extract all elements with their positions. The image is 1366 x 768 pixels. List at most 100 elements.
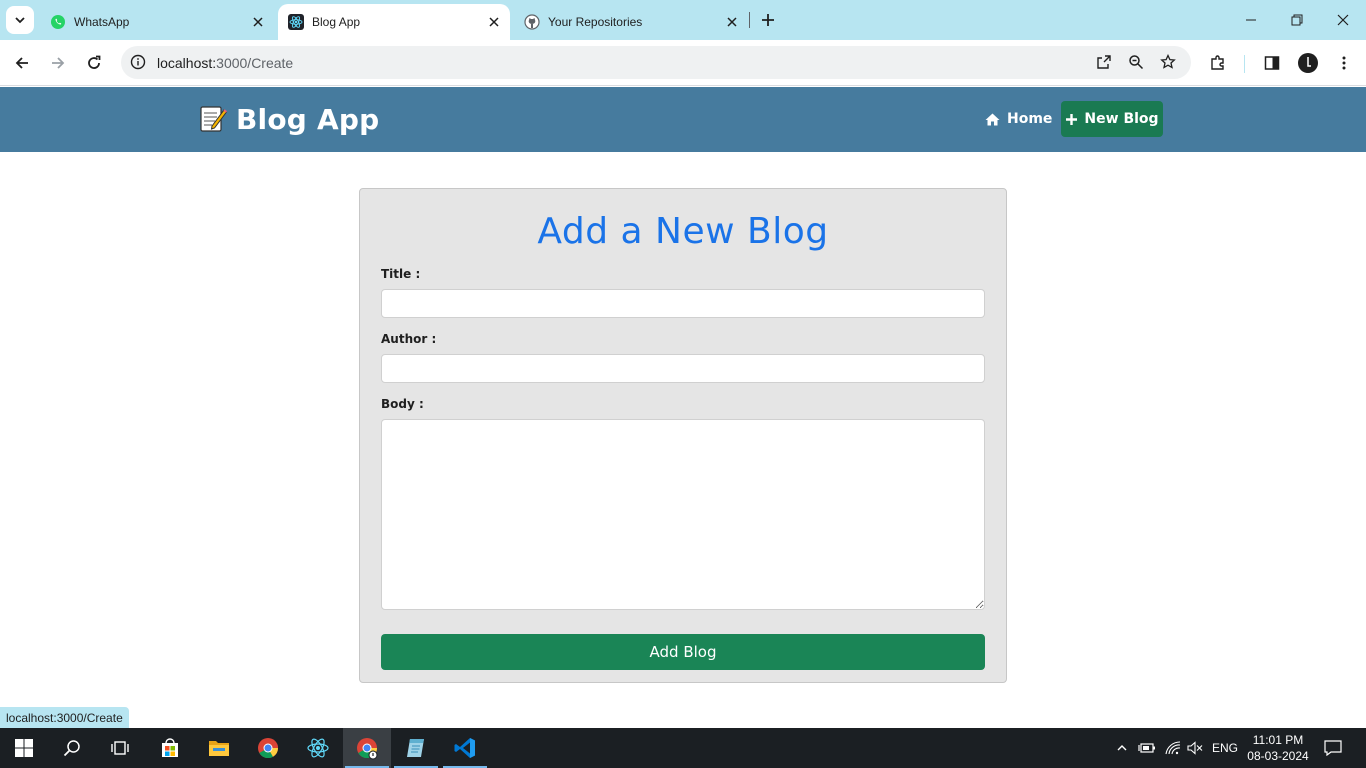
notification-icon: [1324, 740, 1342, 756]
add-blog-button[interactable]: Add Blog: [381, 634, 985, 670]
taskbar-store[interactable]: [146, 728, 194, 768]
tab-title: WhatsApp: [74, 15, 130, 29]
browser-toolbar: localhost:3000/Create: [0, 40, 1366, 86]
tray-volume[interactable]: [1184, 728, 1206, 768]
close-icon[interactable]: [722, 12, 742, 32]
restore-button[interactable]: [1274, 0, 1320, 40]
address-bar[interactable]: localhost:3000/Create: [121, 46, 1191, 79]
profile-avatar[interactable]: [1298, 53, 1318, 73]
minimize-button[interactable]: [1228, 0, 1274, 40]
site-info-icon[interactable]: [127, 51, 149, 73]
tab-blog-app[interactable]: Blog App: [278, 4, 510, 40]
react-icon: [288, 14, 304, 30]
home-icon: [985, 113, 1000, 126]
nav-home-link[interactable]: Home: [985, 109, 1052, 129]
windows-taskbar: ENG 11:01 PM 08-03-2024: [0, 728, 1366, 768]
bookmark-star-icon[interactable]: [1158, 52, 1178, 72]
restore-icon: [1291, 14, 1303, 26]
title-input[interactable]: [381, 289, 985, 318]
url-host: localhost:: [157, 55, 217, 71]
nav-new-blog-label: New Blog: [1084, 111, 1159, 127]
open-in-app-icon[interactable]: [1094, 52, 1114, 72]
app-navbar: Blog App Home New Blog: [0, 87, 1366, 152]
clock-time: 11:01 PM: [1252, 733, 1304, 747]
task-view-button[interactable]: [96, 728, 144, 768]
browser-tab-strip: WhatsApp Blog App Your Repositories: [0, 0, 1366, 40]
profile-icon: [1307, 57, 1311, 67]
volume-muted-icon: [1187, 741, 1203, 755]
tab-whatsapp[interactable]: WhatsApp: [40, 4, 274, 40]
body-textarea[interactable]: [381, 419, 985, 610]
battery-icon: [1138, 743, 1155, 753]
plus-icon: [762, 14, 774, 26]
notifications-button[interactable]: [1320, 728, 1346, 768]
vscode-icon: [454, 738, 475, 758]
tab-search-button[interactable]: [6, 6, 34, 34]
taskbar-notes[interactable]: [392, 728, 440, 768]
chrome-icon: [258, 738, 279, 759]
close-icon: [1337, 14, 1349, 26]
start-icon: [15, 739, 33, 757]
create-blog-card: Add a New Blog Title : Author : Body : A…: [359, 188, 1007, 683]
brand-title: Blog App: [236, 102, 380, 136]
taskbar-chrome-active[interactable]: [343, 728, 391, 768]
toolbar-divider: [1244, 55, 1245, 73]
brand[interactable]: Blog App: [198, 101, 379, 137]
taskbar-search[interactable]: [48, 728, 96, 768]
wifi-icon: [1165, 741, 1181, 755]
side-panel-button[interactable]: [1257, 48, 1287, 78]
tab-your-repositories[interactable]: Your Repositories: [514, 4, 748, 40]
nav-new-blog-button[interactable]: New Blog: [1061, 101, 1163, 137]
reload-icon: [88, 55, 101, 69]
taskbar-file-explorer[interactable]: [195, 728, 243, 768]
extensions-button[interactable]: [1203, 48, 1233, 78]
language-indicator[interactable]: ENG: [1212, 741, 1238, 755]
back-button[interactable]: [7, 48, 37, 78]
store-icon: [162, 738, 178, 757]
close-window-button[interactable]: [1320, 0, 1366, 40]
search-icon: [63, 740, 80, 757]
github-icon: [524, 14, 540, 30]
file-explorer-icon: [209, 741, 229, 756]
arrow-right-icon: [52, 57, 65, 69]
task-view-icon: [111, 741, 129, 755]
url-path: 3000/Create: [216, 55, 294, 71]
tab-title: Your Repositories: [548, 15, 643, 29]
puzzle-icon: [1211, 55, 1224, 70]
kebab-menu-icon: [1342, 56, 1346, 70]
taskbar-chrome[interactable]: [244, 728, 292, 768]
menu-button[interactable]: [1329, 48, 1359, 78]
tray-network[interactable]: [1162, 728, 1184, 768]
chevron-up-icon: [1117, 745, 1127, 751]
close-icon[interactable]: [484, 12, 504, 32]
zoom-icon[interactable]: [1126, 52, 1146, 72]
status-url-bubble: localhost:3000/Create: [0, 707, 129, 728]
memo-icon: [200, 106, 228, 132]
tab-divider: [749, 12, 750, 28]
tray-overflow[interactable]: [1112, 728, 1132, 768]
tray-battery[interactable]: [1136, 728, 1158, 768]
clock[interactable]: 11:01 PM 08-03-2024: [1244, 732, 1312, 764]
taskbar-vscode[interactable]: [441, 728, 489, 768]
reload-button[interactable]: [79, 48, 109, 78]
arrow-left-icon: [15, 57, 28, 69]
start-button[interactable]: [0, 728, 48, 768]
minimize-icon: [1246, 19, 1256, 21]
author-input[interactable]: [381, 354, 985, 383]
taskbar-react-app[interactable]: [294, 728, 342, 768]
forward-button[interactable]: [43, 48, 73, 78]
author-label: Author :: [381, 332, 437, 346]
url-text: localhost:3000/Create: [157, 55, 293, 71]
side-panel-icon: [1264, 56, 1280, 70]
notes-icon: [407, 739, 424, 757]
whatsapp-icon: [50, 14, 66, 30]
page-title: Add a New Blog: [537, 211, 829, 252]
close-icon[interactable]: [248, 12, 268, 32]
clock-date: 08-03-2024: [1247, 749, 1309, 763]
title-label: Title :: [381, 267, 421, 281]
react-app-icon: [307, 738, 329, 758]
nav-home-label: Home: [1007, 111, 1053, 127]
tab-title: Blog App: [312, 15, 361, 29]
body-label: Body :: [381, 397, 424, 411]
new-tab-button[interactable]: [757, 9, 779, 31]
